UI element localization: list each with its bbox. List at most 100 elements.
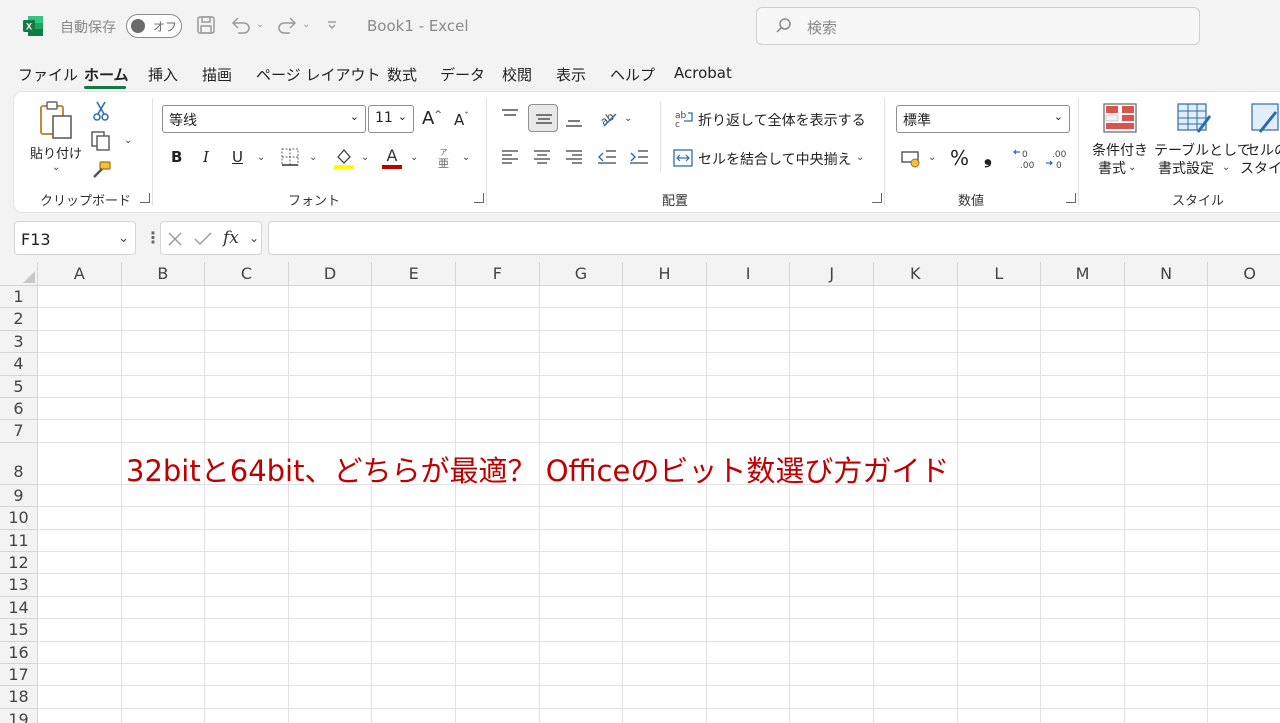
autosave-toggle[interactable]: オフ [126, 14, 182, 38]
paste-icon[interactable] [38, 100, 74, 140]
insert-function-icon[interactable]: fx [223, 228, 239, 248]
row-header-3[interactable]: 3 [0, 330, 38, 354]
paste-label[interactable]: 貼り付け [30, 143, 82, 162]
borders-icon[interactable] [280, 147, 300, 167]
redo-dropdown-icon[interactable]: ⌄ [302, 19, 310, 30]
row-header-5[interactable]: 5 [0, 375, 38, 398]
fx-dropdown-icon[interactable]: ⌄ [249, 231, 259, 245]
column-header-e[interactable]: E [372, 262, 456, 286]
underline-icon[interactable]: U [232, 148, 243, 166]
accounting-format-icon[interactable] [900, 148, 922, 168]
chevron-down-icon[interactable]: ⌄ [118, 231, 129, 246]
conditional-dropdown-icon[interactable]: ⌄ [1128, 162, 1136, 173]
borders-dropdown-icon[interactable]: ⌄ [309, 152, 317, 163]
copy-icon[interactable] [90, 130, 112, 152]
font-color-dropdown-icon[interactable]: ⌄ [410, 152, 418, 163]
tab-file[interactable]: ファイル [18, 64, 78, 85]
number-launcher-icon[interactable] [1066, 193, 1076, 203]
align-top-icon[interactable] [500, 108, 520, 126]
row-header-12[interactable]: 12 [0, 552, 38, 575]
column-header-n[interactable]: N [1124, 262, 1209, 286]
column-header-o[interactable]: O [1208, 262, 1280, 286]
align-bottom-icon[interactable] [564, 112, 584, 130]
column-header-j[interactable]: J [790, 262, 874, 286]
decrease-decimal-icon[interactable]: .00 0 [1044, 146, 1070, 170]
row-header-6[interactable]: 6 [0, 398, 38, 421]
tab-acrobat[interactable]: Acrobat [674, 64, 732, 82]
alignment-launcher-icon[interactable] [872, 193, 882, 203]
formula-input[interactable] [268, 221, 1280, 255]
accounting-dropdown-icon[interactable]: ⌄ [928, 152, 936, 163]
row-header-19[interactable]: 19 [0, 708, 38, 723]
row-header-13[interactable]: 13 [0, 574, 38, 597]
format-as-table-icon[interactable] [1176, 102, 1212, 134]
cell-styles-icon[interactable] [1250, 102, 1280, 134]
row-header-1[interactable]: 1 [0, 286, 38, 309]
column-header-m[interactable]: M [1041, 262, 1125, 286]
format-as-table-label-2[interactable]: 書式設定 [1158, 158, 1214, 178]
column-header-b[interactable]: B [121, 262, 206, 286]
row-header-18[interactable]: 18 [0, 686, 38, 709]
cell-b8[interactable]: 32bitと64bit、どちらが最適？ Officeのビット数選び方ガイド [126, 448, 949, 490]
increase-font-icon[interactable]: A^ [422, 108, 442, 129]
tab-formulas[interactable]: 数式 [387, 64, 417, 85]
row-header-4[interactable]: 4 [0, 353, 38, 376]
decrease-indent-icon[interactable] [596, 148, 618, 166]
row-header-16[interactable]: 16 [0, 641, 38, 664]
increase-indent-icon[interactable] [628, 148, 650, 166]
column-header-l[interactable]: L [957, 262, 1042, 286]
orientation-icon[interactable]: ab [598, 108, 620, 128]
row-header-2[interactable]: 2 [0, 308, 38, 331]
clipboard-launcher-icon[interactable] [140, 193, 150, 203]
number-format-select[interactable]: 標準 ⌄ [896, 105, 1070, 133]
format-painter-icon[interactable] [90, 160, 112, 180]
tab-data[interactable]: データ [440, 64, 485, 85]
conditional-formatting-icon[interactable] [1102, 102, 1138, 134]
row-header-7[interactable]: 7 [0, 420, 38, 443]
row-header-14[interactable]: 14 [0, 596, 38, 620]
row-header-11[interactable]: 11 [0, 529, 38, 552]
tab-home[interactable]: ホーム [84, 64, 129, 85]
percent-style-button[interactable]: % [950, 146, 969, 170]
row-header-10[interactable]: 10 [0, 507, 38, 530]
tab-view[interactable]: 表示 [556, 64, 586, 85]
align-middle-button[interactable] [528, 104, 558, 132]
italic-icon[interactable]: I [203, 148, 209, 166]
decrease-font-icon[interactable]: Aˇ [454, 111, 469, 129]
fill-color-dropdown-icon[interactable]: ⌄ [361, 152, 369, 163]
undo-icon[interactable] [230, 15, 252, 35]
name-box[interactable]: F13 ⌄ [14, 221, 136, 255]
conditional-formatting-label-2[interactable]: 書式 [1098, 158, 1126, 178]
customize-toolbar-icon[interactable] [326, 20, 338, 30]
save-icon[interactable] [196, 15, 216, 35]
bold-icon[interactable]: B [171, 148, 182, 166]
fill-color-icon[interactable] [332, 145, 356, 169]
spreadsheet-grid[interactable]: ABCDEFGHIJKLMNO 1 2 3 4 5 6 7 8 9 10 11 12 13 14 15 16 1… [0, 262, 1280, 723]
more-options-icon[interactable]: ⋮ [145, 228, 161, 247]
redo-icon[interactable] [276, 15, 298, 35]
enter-icon[interactable] [193, 231, 213, 247]
wrap-text-button[interactable]: 折り返して全体を表示する [698, 110, 866, 130]
cancel-icon[interactable] [167, 231, 183, 247]
column-header-i[interactable]: I [706, 262, 791, 286]
orientation-dropdown-icon[interactable]: ⌄ [624, 113, 632, 124]
paste-dropdown-icon[interactable]: ⌄ [52, 162, 60, 173]
format-as-table-label-1[interactable]: テーブルとして [1154, 140, 1251, 160]
comma-style-button[interactable]: ❟ [984, 144, 992, 168]
increase-decimal-icon[interactable]: 0 .00 [1012, 146, 1038, 170]
column-header-k[interactable]: K [874, 262, 958, 286]
select-all-corner[interactable] [0, 262, 38, 286]
phonetic-dropdown-icon[interactable]: ⌄ [462, 152, 470, 163]
cut-icon[interactable] [92, 100, 110, 122]
column-header-f[interactable]: F [456, 262, 540, 286]
column-header-h[interactable]: H [623, 262, 707, 286]
tab-insert[interactable]: 挿入 [148, 64, 178, 85]
column-header-a[interactable]: A [38, 262, 122, 286]
align-right-icon[interactable] [564, 148, 584, 166]
conditional-formatting-label-1[interactable]: 条件付き [1092, 140, 1148, 160]
tab-help[interactable]: ヘルプ [610, 64, 655, 85]
font-color-icon[interactable]: A [380, 145, 404, 169]
merge-center-icon[interactable] [672, 148, 694, 168]
merge-dropdown-icon[interactable]: ⌄ [856, 152, 864, 163]
align-left-icon[interactable] [500, 148, 520, 166]
